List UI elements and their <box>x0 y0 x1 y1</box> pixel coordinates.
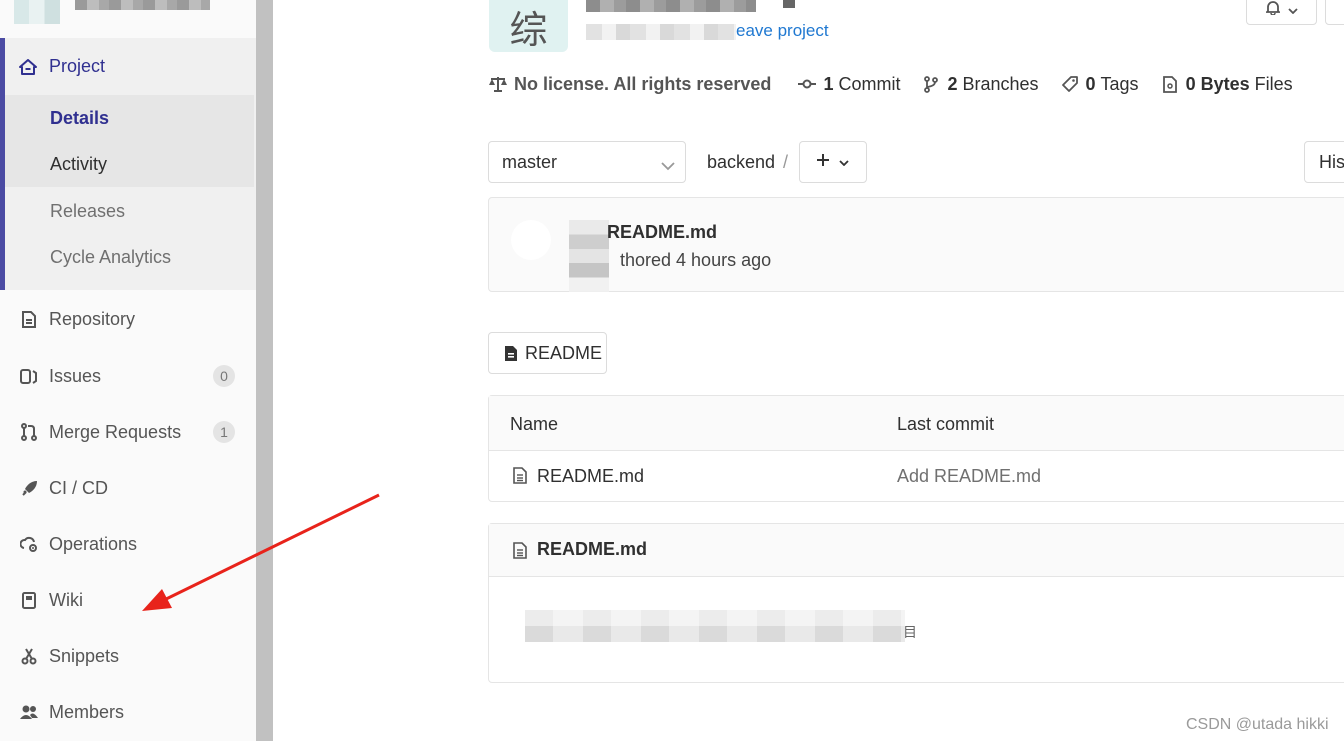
watermark: CSDN @utada hikki <box>1186 716 1329 733</box>
annotation-arrow <box>142 493 380 611</box>
